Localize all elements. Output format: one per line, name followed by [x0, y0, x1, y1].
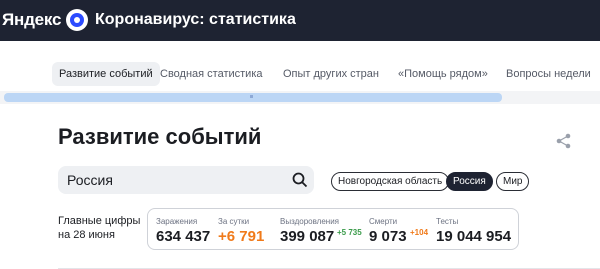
chip-russia[interactable]: Россия — [446, 172, 493, 191]
search-icon[interactable] — [292, 172, 308, 188]
stat-value: +6 791 — [218, 228, 265, 245]
main-figures-title: Главные цифры — [58, 215, 141, 227]
top-bar: Яндекс Коронавирус: статистика — [0, 0, 600, 41]
tab-questions[interactable]: Вопросы недели — [506, 62, 591, 86]
yandex-logo[interactable]: Яндекс — [2, 10, 61, 30]
main-figures-date: на 28 июня — [58, 229, 115, 241]
stat-value: 399 087 — [280, 228, 335, 245]
stat-label: Смерти — [369, 217, 398, 226]
region-search-input[interactable]: Россия — [58, 166, 314, 194]
page-title: Развитие событий — [58, 124, 262, 149]
tab-other-countries[interactable]: Опыт других стран — [283, 62, 379, 86]
chip-novgorod[interactable]: Новгородская область — [331, 172, 450, 191]
app-title[interactable]: Коронавирус: статистика — [95, 11, 296, 29]
scroll-grip-icon — [250, 95, 253, 98]
stat-value: 9 073 — [369, 228, 407, 245]
search-value[interactable]: Россия — [67, 172, 113, 188]
scroll-thumb[interactable] — [4, 93, 502, 102]
main-figures-label: Главные цифры на 28 июня — [58, 214, 140, 242]
stats-panel: Заражения 634 437 За сутки +6 791 Выздор… — [147, 208, 519, 250]
chip-world[interactable]: Мир — [496, 172, 530, 191]
stat-value: 19 044 954 — [436, 228, 512, 245]
stat-label: Тесты — [436, 217, 459, 226]
stat-label: Выздоровления — [280, 217, 339, 226]
stat-label: Заражения — [156, 217, 198, 226]
share-icon[interactable] — [555, 133, 573, 149]
tab-help-nearby[interactable]: «Помощь рядом» — [398, 62, 488, 86]
yandex-circle-icon[interactable] — [66, 9, 88, 31]
horizontal-scrollbar[interactable] — [0, 91, 600, 104]
stat-delta: +5 735 — [337, 228, 362, 237]
stat-value: 634 437 — [156, 228, 211, 245]
tab-summary[interactable]: Сводная статистика — [160, 62, 263, 86]
stat-label: За сутки — [218, 217, 250, 226]
stat-delta: +104 — [410, 228, 429, 237]
tab-events[interactable]: Развитие событий — [52, 62, 160, 86]
